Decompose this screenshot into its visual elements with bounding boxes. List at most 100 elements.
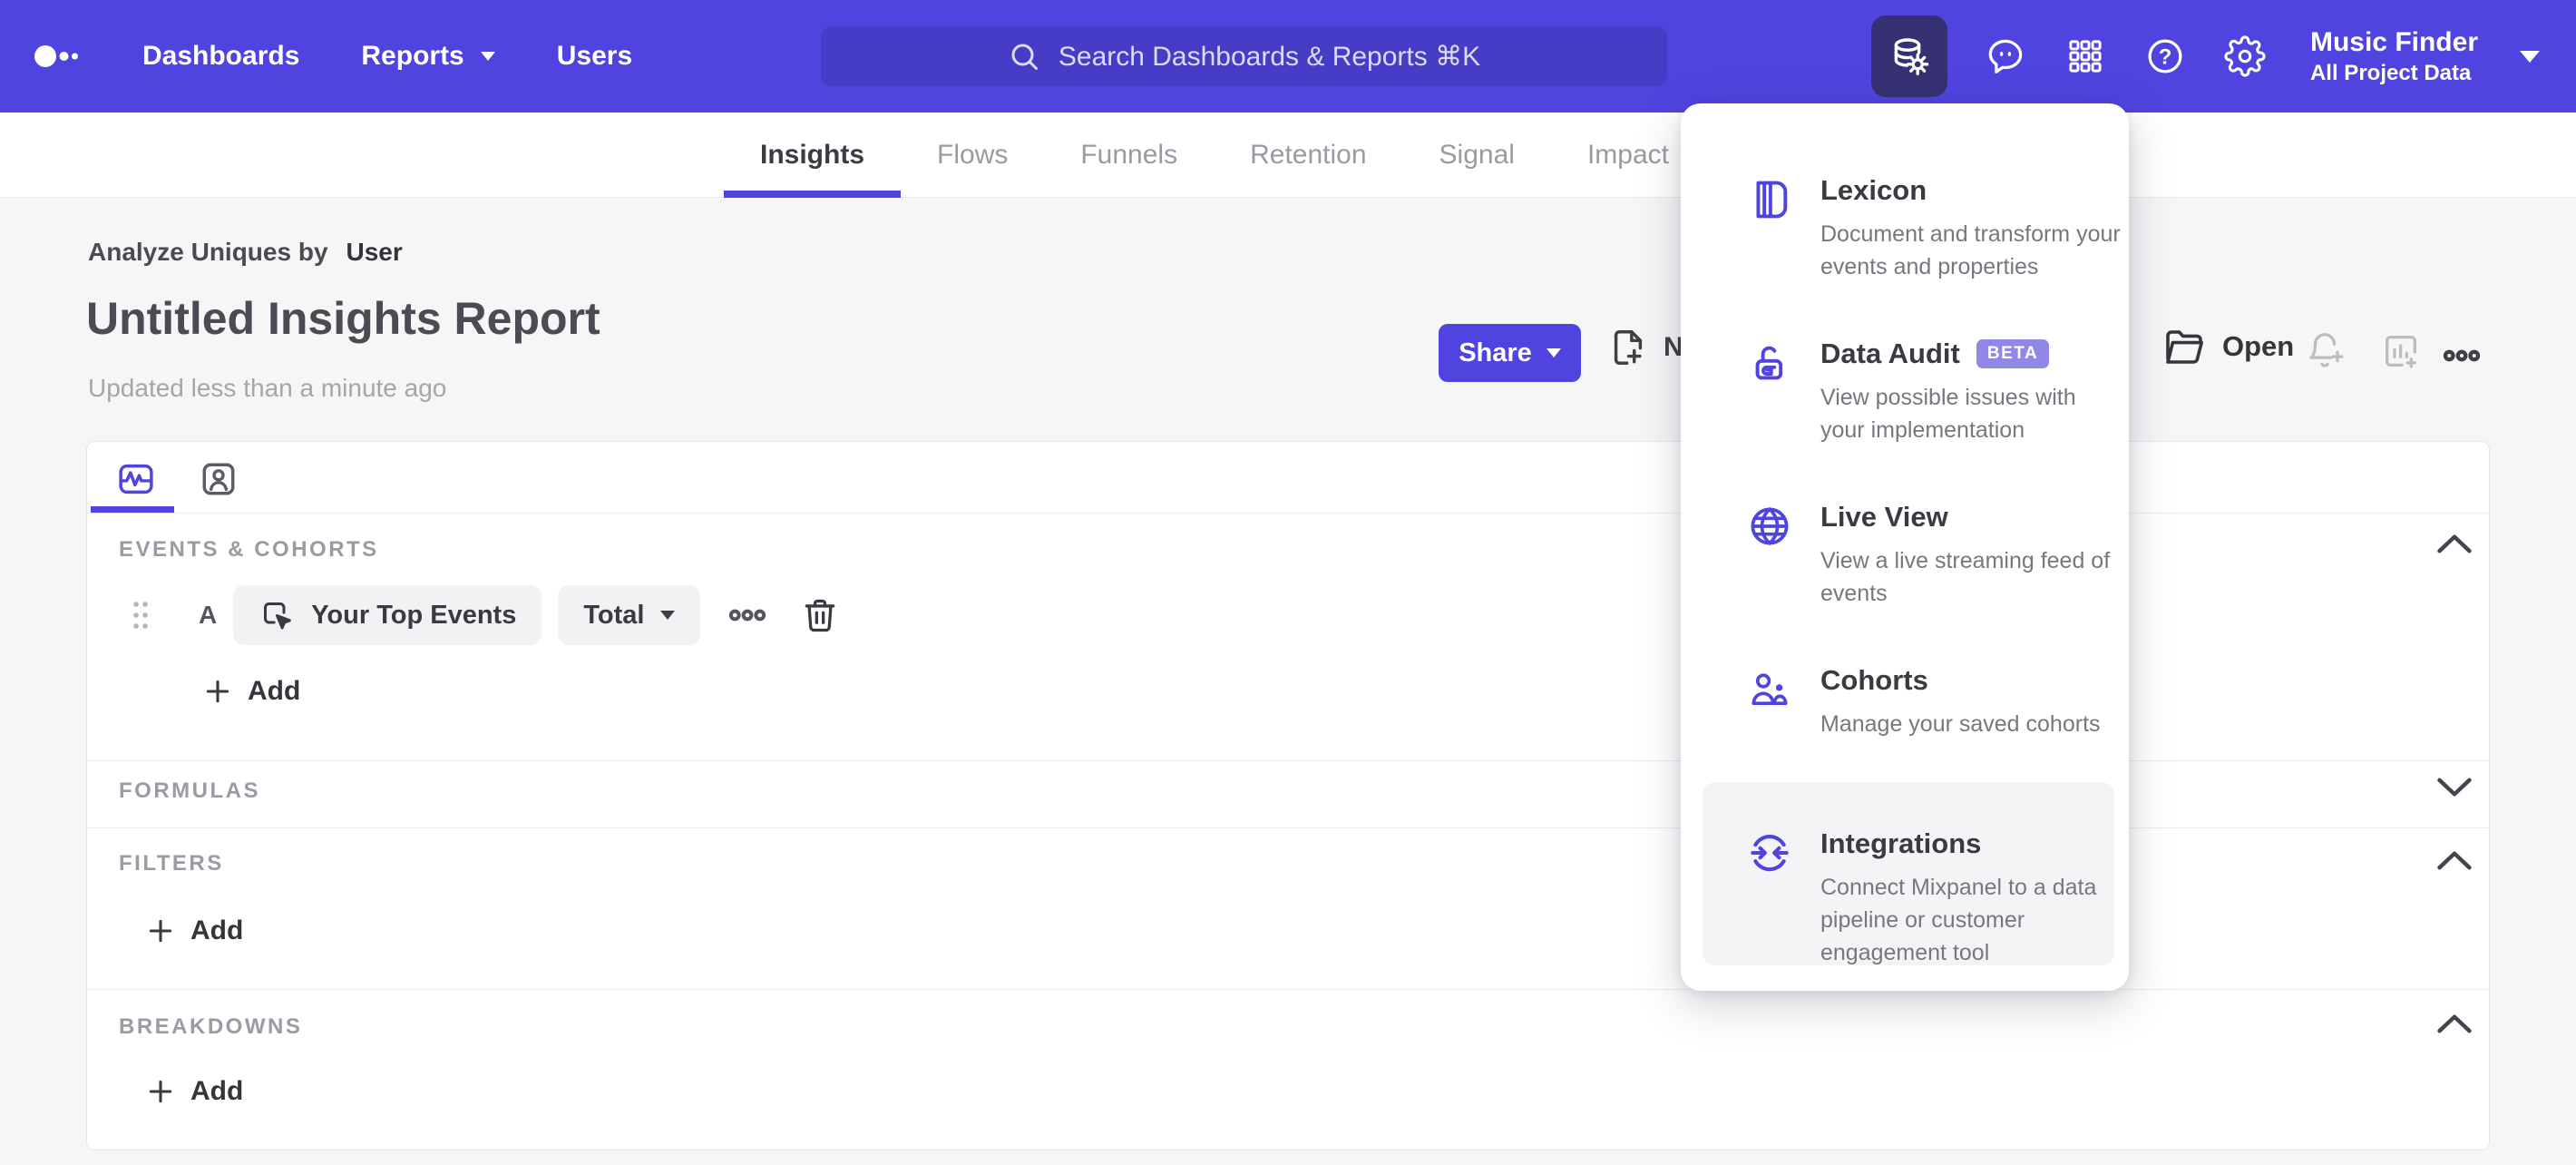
- breakdowns-section-label: BREAKDOWNS: [119, 1014, 303, 1039]
- event-name: Your Top Events: [311, 600, 517, 630]
- document-plus-icon: [1607, 327, 1649, 368]
- nav-item-label: Users: [556, 41, 633, 71]
- top-nav: Dashboards Reports Users Search Dashboar…: [0, 0, 2576, 113]
- add-event-button[interactable]: Add: [202, 676, 300, 707]
- menu-item-desc: View possible issues with your implement…: [1820, 385, 2076, 443]
- beta-badge: BETA: [1976, 339, 2050, 368]
- divider: [87, 989, 2489, 990]
- data-tools-dropdown: Lexicon Document and transform your even…: [1681, 103, 2129, 991]
- add-breakdown-button[interactable]: Add: [145, 1076, 243, 1107]
- report-tabs: Insights Flows Funnels Retention Signal …: [724, 113, 1705, 198]
- chevron-down-icon: [1546, 348, 1561, 357]
- tab-metrics-chart-icon[interactable]: [115, 458, 157, 500]
- grid-icon: [2065, 36, 2105, 76]
- menu-item-title: Data Audit: [1820, 338, 1960, 369]
- analyze-entity-selector[interactable]: User: [346, 238, 403, 267]
- open-report-button[interactable]: Open: [2162, 325, 2294, 368]
- chevron-down-icon: [660, 611, 676, 620]
- project-name: Music Finder: [2309, 27, 2478, 58]
- series-letter: A: [199, 601, 218, 629]
- project-selector[interactable]: Music Finder All Project Data: [2310, 25, 2478, 87]
- tab-retention[interactable]: Retention: [1214, 113, 1402, 198]
- events-section-label: EVENTS & COHORTS: [119, 537, 379, 562]
- filters-section-label: FILTERS: [119, 851, 224, 876]
- share-button[interactable]: Share: [1439, 324, 1581, 382]
- search-input[interactable]: Search Dashboards & Reports ⌘K: [821, 26, 1667, 86]
- mixpanel-app: Dashboards Reports Users Search Dashboar…: [0, 0, 2576, 1165]
- question-circle-icon: ?: [2144, 35, 2186, 77]
- menu-item-live-view[interactable]: Live View View a live streaming feed of …: [1703, 483, 2114, 646]
- menu-item-data-audit[interactable]: Data Audit BETA View possible issues wit…: [1703, 319, 2114, 483]
- nav-right: ? Music Finder All Project Data: [1870, 0, 2540, 113]
- analyze-prefix: Analyze Uniques by: [88, 238, 328, 266]
- tab-signal[interactable]: Signal: [1403, 113, 1551, 198]
- menu-item-title: Integrations: [1820, 827, 1982, 859]
- settings-button[interactable]: [2223, 34, 2267, 78]
- menu-item-desc: View a live streaming feed of events: [1820, 548, 2111, 606]
- database-gear-icon: [1888, 34, 1931, 78]
- data-management-button[interactable]: [1870, 15, 1947, 97]
- nav-item-label: Dashboards: [142, 41, 300, 71]
- page-title[interactable]: Untitled Insights Report: [86, 292, 600, 345]
- add-label: Add: [190, 915, 244, 945]
- mixpanel-logo-icon[interactable]: [34, 44, 80, 68]
- aggregation-selector-button[interactable]: Total: [558, 585, 701, 645]
- tab-insights[interactable]: Insights: [724, 113, 902, 198]
- folder-open-icon: [2162, 325, 2206, 368]
- svg-text:?: ?: [2159, 44, 2172, 69]
- collapse-breakdowns-chevron-up-icon[interactable]: [2435, 1012, 2474, 1037]
- nav-item-reports[interactable]: Reports: [361, 41, 495, 72]
- more-actions-button[interactable]: [2442, 336, 2482, 376]
- tab-profiles-person-icon[interactable]: [198, 458, 239, 500]
- menu-item-title: Live View: [1820, 501, 1948, 533]
- event-row-more-button[interactable]: [727, 595, 767, 635]
- menu-item-lexicon[interactable]: Lexicon Document and transform your even…: [1703, 156, 2121, 319]
- open-label: Open: [2222, 330, 2295, 362]
- help-button[interactable]: ?: [2143, 34, 2187, 78]
- add-to-dashboard-button[interactable]: [2380, 330, 2422, 372]
- menu-item-title: Cohorts: [1820, 664, 1928, 696]
- menu-item-desc: Connect Mixpanel to a data pipeline or c…: [1820, 875, 2097, 965]
- menu-item-desc: Document and transform your events and p…: [1820, 221, 2121, 279]
- collapse-filters-chevron-up-icon[interactable]: [2435, 848, 2474, 874]
- add-filter-button[interactable]: Add: [145, 915, 243, 946]
- add-label: Add: [248, 676, 301, 706]
- search-placeholder: Search Dashboards & Reports ⌘K: [1058, 41, 1481, 72]
- analyze-row: Analyze Uniques by User: [88, 238, 403, 267]
- speech-bubble-icon: [1985, 35, 2026, 77]
- aggregation-value: Total: [583, 600, 645, 630]
- globe-icon: [1746, 503, 1793, 550]
- cursor-click-icon: [259, 597, 295, 633]
- event-selector-button[interactable]: Your Top Events: [233, 585, 542, 645]
- nav-item-users[interactable]: Users: [557, 41, 632, 72]
- menu-item-integrations[interactable]: Integrations Connect Mixpanel to a data …: [1703, 782, 2114, 965]
- expand-formulas-chevron-down-icon[interactable]: [2435, 776, 2474, 801]
- more-horizontal-icon: [2442, 336, 2482, 376]
- lock-icon: [1746, 339, 1793, 387]
- add-label: Add: [190, 1076, 244, 1106]
- feedback-button[interactable]: [1984, 34, 2027, 78]
- nav-links: Dashboards Reports Users: [142, 0, 632, 113]
- apps-grid-button[interactable]: [2064, 34, 2107, 78]
- tab-flows[interactable]: Flows: [901, 113, 1044, 198]
- collapse-events-chevron-up-icon[interactable]: [2435, 532, 2474, 557]
- project-scope: All Project Data: [2309, 60, 2472, 85]
- chevron-down-icon: [480, 52, 495, 61]
- menu-item-title: Lexicon: [1820, 174, 1927, 206]
- chevron-down-icon[interactable]: [2520, 50, 2540, 63]
- share-label: Share: [1459, 338, 1532, 367]
- nav-item-label: Reports: [361, 41, 464, 71]
- nav-item-dashboards[interactable]: Dashboards: [142, 41, 299, 72]
- search-icon: [1008, 40, 1040, 73]
- integrations-sync-icon: [1746, 829, 1793, 876]
- report-tabbar: Insights Flows Funnels Retention Signal …: [0, 113, 2576, 198]
- chart-plus-icon: [2380, 330, 2422, 372]
- trash-icon[interactable]: [800, 595, 840, 635]
- active-tab-underline: [91, 506, 174, 513]
- drag-handle-icon[interactable]: [130, 599, 151, 631]
- tab-funnels[interactable]: Funnels: [1044, 113, 1214, 198]
- menu-item-desc: Manage your saved cohorts: [1820, 711, 2101, 737]
- add-alert-button[interactable]: [2304, 330, 2346, 372]
- updated-status: Updated less than a minute ago: [88, 374, 447, 402]
- bell-plus-icon: [2304, 330, 2346, 372]
